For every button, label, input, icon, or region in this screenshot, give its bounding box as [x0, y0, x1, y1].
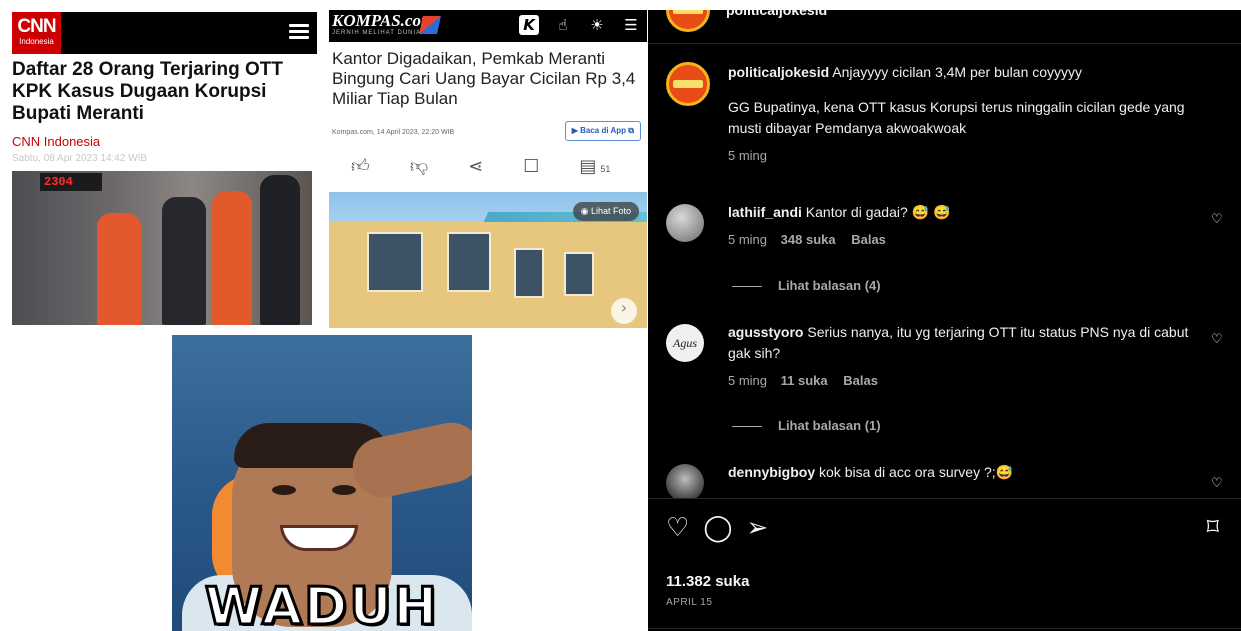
meme-eye [332, 485, 356, 495]
cnn-logo-text: CNN [17, 16, 56, 37]
menu-search-icon[interactable]: ☰ [621, 15, 641, 35]
photo-person [97, 213, 141, 325]
open-in-app-label: Baca di App [580, 126, 627, 135]
view-replies-button[interactable]: Lihat balasan (1) [732, 418, 881, 433]
cnn-article-card[interactable]: CNN Indonesia Daftar 28 Orang Terjaring … [12, 12, 317, 327]
share-icon[interactable]: ➢ [746, 513, 768, 543]
commenter-username[interactable]: politicaljokesid [728, 64, 829, 80]
brightness-icon[interactable]: ☀ [587, 15, 607, 35]
view-photo-button[interactable]: ◉ Lihat Foto [572, 202, 639, 221]
comment-text-continued: GG Bupatinya, kena OTT kasus Korupsi ter… [728, 99, 1185, 136]
comment-text: kok bisa di acc ora survey ?;😅 [819, 464, 1014, 480]
commenter-username[interactable]: dennybigboy [728, 464, 815, 480]
meme-image: WADUH [172, 335, 472, 631]
photo-person [212, 191, 252, 325]
view-replies-button[interactable]: Lihat balasan (4) [732, 278, 881, 293]
meme-eye [272, 485, 296, 495]
comment-icon[interactable]: ◯ [703, 513, 732, 543]
comment-likes[interactable]: 11 suka [781, 373, 828, 388]
heart-icon[interactable]: ♡ [666, 513, 689, 543]
bookmark-icon[interactable]: ☐ [523, 156, 539, 177]
share-icon[interactable]: ⋖ [468, 156, 483, 177]
commenter-avatar[interactable] [666, 464, 704, 502]
bookmark-icon[interactable]: ⌑ [1207, 513, 1219, 541]
kompas-tagline: JERNIH MELIHAT DUNIA [332, 30, 422, 36]
commenter-username[interactable]: lathiif_andi [728, 204, 802, 220]
comment-time[interactable]: 5 ming [728, 148, 767, 163]
photo-window [367, 232, 423, 292]
commenter-username[interactable]: agusstyoro [728, 324, 803, 340]
open-in-app-button[interactable]: ▶ Baca di App ⧉ [564, 121, 641, 141]
comment-count: 51 [600, 163, 611, 174]
menu-icon[interactable] [289, 24, 309, 40]
comment-likes[interactable]: 348 suka [781, 232, 836, 247]
comment-button[interactable]: ▤ 51 [579, 156, 610, 177]
cnn-date: Sabtu, 08 Apr 2023 14:42 WIB [12, 153, 148, 164]
comment-like-heart-icon[interactable]: ♡ [1211, 476, 1225, 491]
post-action-bar: ♡ ◯ ➢ ⌑ 11.382 suka APRIL 15 [648, 498, 1241, 631]
cnn-headline[interactable]: Daftar 28 Orang Terjaring OTT KPK Kasus … [12, 59, 317, 125]
commenter-avatar[interactable] [666, 204, 704, 242]
k-app-icon[interactable]: K [519, 15, 539, 35]
comment-like-heart-icon[interactable]: ♡ [1211, 212, 1225, 227]
cnn-logo[interactable]: CNN Indonesia [12, 12, 61, 54]
kompas-article-card[interactable]: KOMPAS.com JERNIH MELIHAT DUNIA K ☝ ☀ ☰ … [329, 10, 647, 328]
hand-icon[interactable]: ☝ [553, 15, 573, 35]
cnn-logo-sub: Indonesia [19, 37, 54, 46]
kompas-brand-mark-icon [419, 16, 441, 34]
kompas-photo: ◉ Lihat Foto › [329, 192, 647, 328]
dislike-icon[interactable]: 👎︎ [410, 155, 428, 177]
photo-clock-display: 2304 [40, 173, 102, 191]
author-username[interactable]: politicaljokesid [726, 10, 827, 18]
cnn-photo: 2304 [12, 171, 312, 325]
comment-text: Kantor di gadai? 😅 😅 [805, 204, 951, 220]
photo-person [162, 197, 206, 325]
cnn-source: CNN Indonesia [12, 134, 101, 149]
photo-window [447, 232, 491, 292]
cnn-topbar: CNN Indonesia [12, 12, 317, 54]
view-replies-label: Lihat balasan (1) [778, 418, 881, 433]
kompas-meta-row: Kompas.com, 14 April 2023, 22:20 WIB ▶ B… [329, 121, 647, 143]
kompas-logo[interactable]: KOMPAS.com [332, 12, 434, 30]
reply-button[interactable]: Balas [843, 373, 878, 388]
divider [648, 628, 1241, 629]
post-header: politicaljokesid [648, 10, 1241, 44]
post-date[interactable]: APRIL 15 [666, 597, 712, 608]
kompas-date: Kompas.com, 14 April 2023, 22:20 WIB [332, 129, 455, 136]
reply-button[interactable]: Balas [851, 232, 886, 247]
view-replies-label: Lihat balasan (4) [778, 278, 881, 293]
photo-window [564, 252, 594, 296]
kompas-topbar: KOMPAS.com JERNIH MELIHAT DUNIA K ☝ ☀ ☰ [329, 10, 647, 42]
commenter-avatar[interactable] [666, 62, 710, 106]
comment-time[interactable]: 5 ming [728, 232, 767, 247]
likes-count[interactable]: 11.382 suka [666, 573, 749, 590]
kompas-action-bar: 👍︎ 👎︎ ⋖ ☐ ▤ 51 [329, 155, 647, 178]
news-collage: CNN Indonesia Daftar 28 Orang Terjaring … [0, 0, 648, 631]
photo-window [514, 248, 544, 298]
photo-person [260, 175, 300, 325]
meme-caption: WADUH [203, 576, 440, 631]
like-icon[interactable]: 👍︎ [351, 155, 370, 177]
next-photo-arrow-icon[interactable]: › [611, 298, 637, 324]
comment-time[interactable]: 5 ming [728, 373, 767, 388]
commenter-avatar[interactable]: Agus [666, 324, 704, 362]
comment-like-heart-icon[interactable]: ♡ [1211, 332, 1225, 347]
author-avatar[interactable] [666, 10, 710, 32]
view-photo-label: Lihat Foto [590, 206, 631, 216]
instagram-comments-panel: politicaljokesid politicaljokesid Anjayy… [648, 10, 1241, 631]
kompas-headline[interactable]: Kantor Digadaikan, Pemkab Meranti Bingun… [329, 49, 647, 109]
comment-text: Anjayyyy cicilan 3,4M per bulan coyyyyy [832, 64, 1083, 80]
